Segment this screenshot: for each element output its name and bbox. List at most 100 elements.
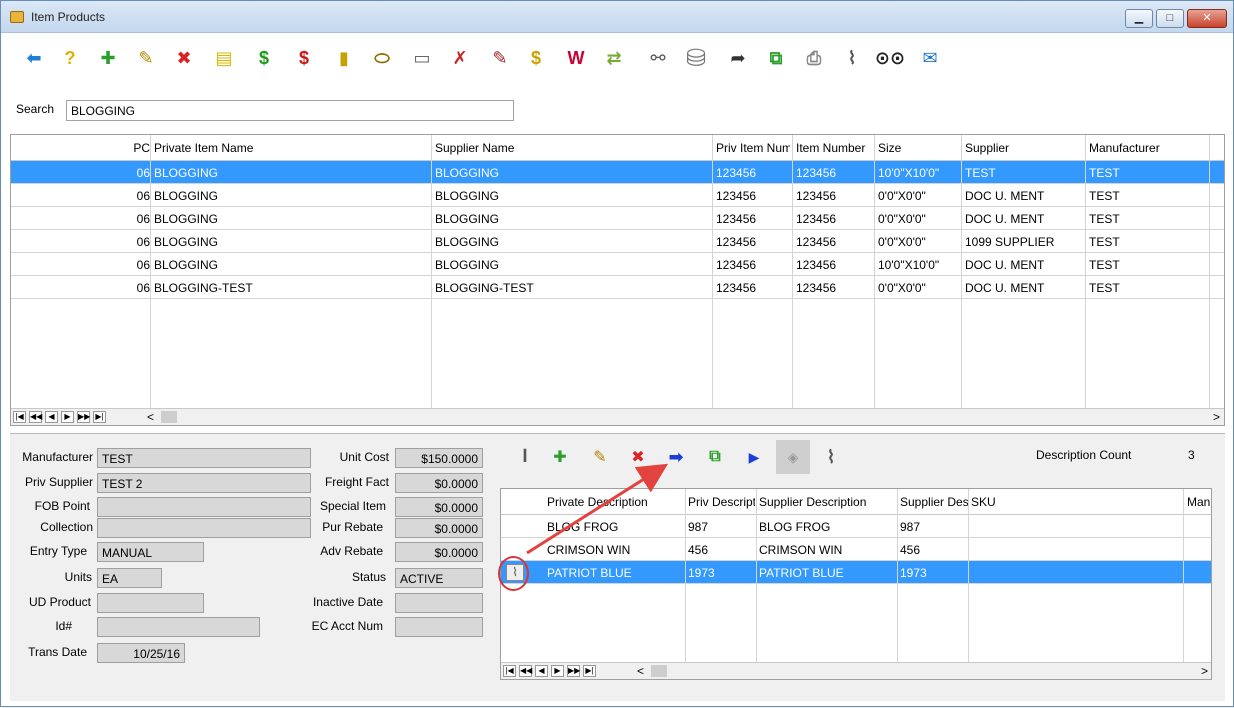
ud-product-field[interactable] [97,593,204,613]
table-row[interactable]: 06 BLOGGING BLOGGING 123456 123456 0'0"X0'0" 1… [11,230,1224,253]
spell-check-icon[interactable]: ꟾ [508,440,542,474]
scroll-left-button[interactable]: < [147,410,154,424]
image-icon[interactable]: ◈ [776,440,810,474]
table-row[interactable]: ⌇ PATRIOT BLUE 1973 PATRIOT BLUE 1973 [501,561,1211,584]
transfer-icon[interactable]: ⇄ [597,41,631,75]
desc-prev-record-button[interactable]: ◀ [535,665,548,677]
status-field[interactable]: ACTIVE [395,568,483,588]
desc-last-record-button[interactable]: ▶| [583,665,596,677]
desc-next-page-button[interactable]: ▶▶ [567,665,580,677]
tag-delete-icon[interactable]: ✗ [443,41,477,75]
print-icon[interactable]: ⎙ [797,41,831,75]
edit-item-icon[interactable]: ✎ [129,41,163,75]
table-row[interactable]: CRIMSON WIN 456 CRIMSON WIN 456 [501,538,1211,561]
col-man[interactable]: Man [1187,495,1211,509]
report-icon[interactable]: ▮ [327,41,361,75]
price-green-icon[interactable]: $ [247,41,281,75]
help-icon[interactable]: ? [53,41,87,75]
table-row[interactable]: 06 BLOGGING BLOGGING 123456 123456 10'0"X10'0… [11,253,1224,276]
col-priv-item-num[interactable]: Priv Item Num [716,141,790,155]
col-pc[interactable]: PC [128,141,150,155]
price-red-icon[interactable]: $ [287,41,321,75]
back-arrow-icon[interactable]: ⬅ [17,41,51,75]
move-description-icon[interactable]: ➡ [659,440,693,474]
desc-scroll-right-button[interactable]: > [1201,664,1208,678]
binoculars-icon[interactable]: ⊙⊙ [873,41,907,75]
entry-type-field[interactable]: MANUAL [97,542,204,562]
col-size[interactable]: Size [878,141,958,155]
tag-edit-icon[interactable]: ✎ [483,41,517,75]
tag-icon[interactable]: ⬭ [365,41,399,75]
trans-date-field[interactable]: 10/25/16 [97,643,185,663]
next-page-button[interactable]: ▶▶ [77,411,90,423]
new-item-icon[interactable]: ✚ [91,41,125,75]
desc-first-record-button[interactable]: |◀ [503,665,516,677]
maximize-button[interactable]: □ [1156,9,1184,28]
ec-acct-num-field[interactable] [395,617,483,637]
col-supplier-name[interactable]: Supplier Name [435,141,705,155]
cell-item-number: 123456 [796,212,837,226]
units-field[interactable]: EA [97,568,162,588]
adv-rebate-field[interactable]: $0.0000 [395,542,483,562]
col-supplier-description[interactable]: Supplier Description [759,495,895,509]
desc-scroll-left-button[interactable]: < [637,664,644,678]
close-button[interactable]: ✕ [1187,9,1227,28]
link-icon[interactable]: ⚯ [641,41,675,75]
col-supplier-des[interactable]: Supplier Des [900,495,968,509]
prev-page-button[interactable]: ◀◀ [29,411,42,423]
desc-prev-page-button[interactable]: ◀◀ [519,665,532,677]
add-description-icon[interactable]: ✚ [543,440,577,474]
desc-next-record-button[interactable]: ▶ [551,665,564,677]
adv-rebate-label: Adv Rebate [320,544,383,558]
col-manufacturer[interactable]: Manufacturer [1089,141,1209,155]
attach-description-icon[interactable]: ⌇ [814,440,848,474]
table-row[interactable]: 06 BLOGGING BLOGGING 123456 123456 10'0"X10'0… [11,161,1224,184]
inactive-date-field[interactable] [395,593,483,613]
prev-record-button[interactable]: ◀ [45,411,58,423]
play-icon[interactable]: ▶ [737,440,771,474]
table-row[interactable]: BLOG FROG 987 BLOG FROG 987 [501,515,1211,538]
delete-item-icon[interactable]: ✖ [167,41,201,75]
note-icon[interactable]: ▤ [207,41,241,75]
horizontal-scrollbar-thumb[interactable] [161,411,177,423]
col-supplier[interactable]: Supplier [965,141,1085,155]
delete-description-icon[interactable]: ✖ [621,440,655,474]
database-icon[interactable]: ⛁ [679,41,713,75]
forward-icon[interactable]: ➦ [721,41,755,75]
manufacturer-field[interactable]: TEST [97,448,311,468]
freight-fact-field[interactable]: $0.0000 [395,473,483,493]
table-row[interactable]: 06 BLOGGING BLOGGING 123456 123456 0'0"X0'0" D… [11,184,1224,207]
dollar-tag-icon[interactable]: $ [519,41,553,75]
fob-point-field[interactable] [97,497,311,517]
web-icon[interactable]: W [559,41,593,75]
col-item-number[interactable]: Item Number [796,141,874,155]
col-private-item-name[interactable]: Private Item Name [154,141,424,155]
table-row[interactable]: 06 BLOGGING BLOGGING 123456 123456 0'0"X0'0" D… [11,207,1224,230]
next-record-button[interactable]: ▶ [61,411,74,423]
pur-rebate-field[interactable]: $0.0000 [395,518,483,538]
table-row[interactable]: 06 BLOGGING-TEST BLOGGING-TEST 123456 123456… [11,276,1224,299]
attach-icon[interactable]: ⌇ [835,41,869,75]
minimize-button[interactable]: ▁ [1125,9,1153,28]
first-record-button[interactable]: |◀ [13,411,26,423]
tag-list-icon[interactable]: ▭ [405,41,439,75]
desc-horizontal-scrollbar-thumb[interactable] [651,665,667,677]
id-label: Id# [55,619,72,633]
id-field[interactable] [97,617,260,637]
last-record-button[interactable]: ▶| [93,411,106,423]
priv-supplier-field[interactable]: TEST 2 [97,473,311,493]
unit-cost-field[interactable]: $150.0000 [395,448,483,468]
col-private-description[interactable]: Private Description [547,495,682,509]
description-grid[interactable]: Private Description Priv Descript Suppli… [500,488,1212,680]
special-item-field[interactable]: $0.0000 [395,497,483,517]
col-sku[interactable]: SKU [971,495,1171,509]
scroll-right-button[interactable]: > [1213,410,1220,424]
collection-field[interactable] [97,518,311,538]
items-grid[interactable]: PC Private Item Name Supplier Name Priv … [10,134,1225,426]
email-icon[interactable]: ✉ [913,41,947,75]
edit-description-icon[interactable]: ✎ [583,440,617,474]
col-priv-descript[interactable]: Priv Descript [688,495,755,509]
copy-description-icon[interactable]: ⧉ [698,440,732,474]
copy-icon[interactable]: ⧉ [759,41,793,75]
search-input[interactable] [66,100,514,121]
